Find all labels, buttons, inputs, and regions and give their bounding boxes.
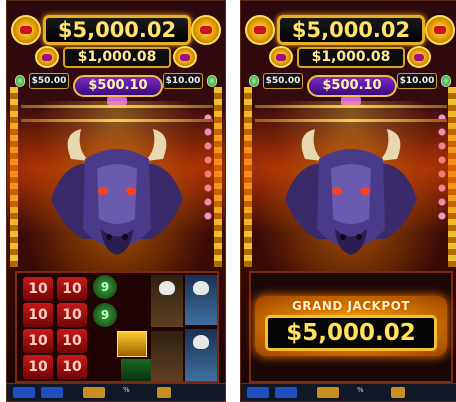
minor-jackpot-meter: $50.00 <box>29 73 69 89</box>
gem-icon <box>173 46 197 68</box>
game-panel-left: $5,000.02 $1,000.08 $50.00 $10.00 $500.1… <box>6 0 226 402</box>
gem-icon <box>35 46 59 68</box>
major-jackpot-meter: $500.10 <box>73 75 163 97</box>
game-controls-bar: % <box>241 383 456 401</box>
info-button[interactable] <box>275 387 297 398</box>
bird-symbol <box>151 331 183 381</box>
bet-button[interactable] <box>317 387 339 398</box>
gem-icon <box>249 75 259 87</box>
spin-button[interactable] <box>391 387 405 398</box>
reel-symbol-9: 9 <box>93 303 117 327</box>
reel-symbol-10: 10 <box>23 355 53 379</box>
gem-icon <box>269 46 293 68</box>
bull-head-icon <box>285 129 417 255</box>
grand-jackpot-label: GRAND JACKPOT <box>291 299 411 313</box>
coin-icon <box>245 15 275 45</box>
reel-symbol-10: 10 <box>57 303 87 327</box>
gem-icon <box>407 46 431 68</box>
coin-icon <box>191 15 221 45</box>
reel-symbol-9: 9 <box>93 275 117 299</box>
top-jackpot-meter: $5,000.02 <box>277 15 425 45</box>
second-jackpot-meter: $1,000.08 <box>63 47 171 68</box>
spin-button[interactable] <box>157 387 171 398</box>
menu-button[interactable] <box>247 387 269 398</box>
grand-jackpot-amount: $5,000.02 <box>265 315 437 351</box>
bird-head <box>159 281 175 295</box>
reel-symbol-10: 10 <box>57 355 87 379</box>
reel-symbol-10: 10 <box>57 277 87 301</box>
eagle-head <box>193 335 209 349</box>
reel-symbol-10: 10 <box>23 277 53 301</box>
major-jackpot-meter: $500.10 <box>307 75 397 97</box>
gold-bar-symbol <box>117 331 147 357</box>
menu-button[interactable] <box>13 387 35 398</box>
reel-symbol-10: 10 <box>23 303 53 327</box>
top-jackpot-meter: $5,000.02 <box>43 15 191 45</box>
reel-symbol-10: 10 <box>57 329 87 353</box>
reel-symbol-10: 10 <box>23 329 53 353</box>
reel-grid: 10 10 9 9 10 10 10 10 10 10 <box>15 271 219 383</box>
bull-head-icon <box>51 129 183 255</box>
second-jackpot-meter: $1,000.08 <box>297 47 405 68</box>
percent-label: % <box>357 386 364 394</box>
bet-button[interactable] <box>83 387 105 398</box>
gem-icon <box>441 75 451 87</box>
minor-jackpot-meter: $50.00 <box>263 73 303 89</box>
gem-icon <box>207 75 217 87</box>
mini-jackpot-meter: $10.00 <box>163 73 203 89</box>
green-bird-symbol <box>121 359 151 381</box>
gem-icon <box>15 75 25 87</box>
mini-jackpot-meter: $10.00 <box>397 73 437 89</box>
eagle-head <box>193 281 209 295</box>
percent-label: % <box>123 386 130 394</box>
coin-icon <box>425 15 455 45</box>
info-button[interactable] <box>41 387 63 398</box>
game-panel-right: $5,000.02 $1,000.08 $50.00 $10.00 $500.1… <box>240 0 456 402</box>
game-controls-bar: % <box>7 383 225 401</box>
coin-icon <box>11 15 41 45</box>
